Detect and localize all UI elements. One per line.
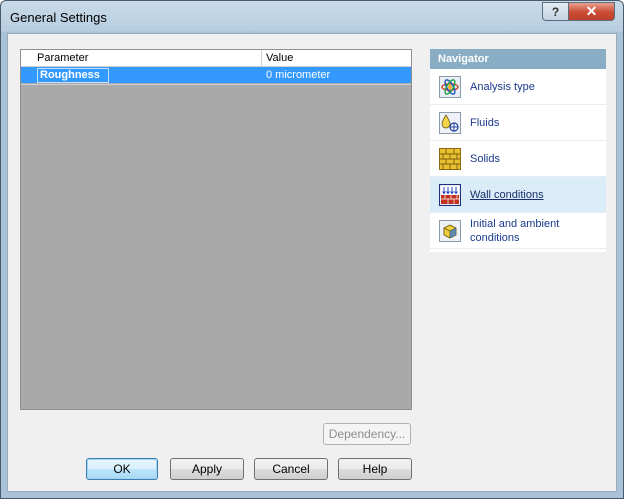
help-button[interactable]: Help bbox=[338, 458, 412, 480]
initial-conditions-icon bbox=[439, 220, 461, 242]
navigator-panel: Navigator Analysis type Fluids Solids Wa… bbox=[430, 49, 606, 252]
solids-icon bbox=[439, 148, 461, 170]
dependency-button[interactable]: Dependency... bbox=[323, 423, 411, 445]
nav-item-label: Wall conditions bbox=[470, 188, 544, 201]
wall-conditions-icon bbox=[439, 184, 461, 206]
row-divider bbox=[21, 84, 411, 85]
title-bar[interactable]: General Settings ? ✕ bbox=[1, 1, 623, 33]
column-header-parameter[interactable]: Parameter bbox=[37, 52, 88, 64]
analysis-type-icon bbox=[439, 76, 461, 98]
nav-item-label: Fluids bbox=[470, 116, 500, 129]
dialog-window: General Settings ? ✕ Parameter Value Rou… bbox=[0, 0, 624, 499]
nav-item-solids[interactable]: Solids bbox=[430, 141, 606, 177]
ok-button[interactable]: OK bbox=[86, 458, 158, 480]
column-divider[interactable] bbox=[261, 50, 262, 66]
apply-button[interactable]: Apply bbox=[170, 458, 244, 480]
window-title: General Settings bbox=[10, 10, 107, 25]
table-row[interactable]: Roughness 0 micrometer bbox=[21, 67, 411, 83]
nav-item-wall-conditions[interactable]: Wall conditions bbox=[430, 177, 606, 213]
nav-item-label: Solids bbox=[470, 152, 500, 165]
grid-header: Parameter Value bbox=[21, 50, 411, 67]
parameter-grid[interactable]: Parameter Value Roughness 0 micrometer bbox=[20, 49, 412, 410]
navigator-header: Navigator bbox=[430, 49, 606, 69]
cell-value[interactable]: 0 micrometer bbox=[266, 69, 330, 81]
nav-item-analysis-type[interactable]: Analysis type bbox=[430, 69, 606, 105]
nav-item-initial-conditions[interactable]: Initial and ambient conditions bbox=[430, 213, 606, 249]
cell-parameter[interactable]: Roughness bbox=[37, 68, 109, 83]
title-help-button[interactable]: ? bbox=[542, 2, 569, 21]
dialog-client-area: Parameter Value Roughness 0 micrometer N… bbox=[7, 33, 617, 492]
nav-item-label: Initial and ambient conditions bbox=[470, 217, 560, 244]
column-header-value[interactable]: Value bbox=[266, 52, 293, 64]
nav-item-label: Analysis type bbox=[470, 80, 535, 93]
cancel-button[interactable]: Cancel bbox=[254, 458, 328, 480]
nav-item-fluids[interactable]: Fluids bbox=[430, 105, 606, 141]
fluids-icon bbox=[439, 112, 461, 134]
close-button[interactable]: ✕ bbox=[568, 2, 615, 21]
